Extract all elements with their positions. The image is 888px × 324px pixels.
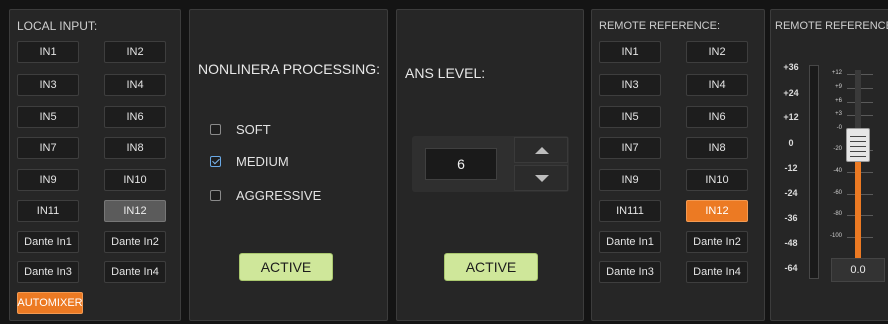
- fader-scale-label: -0: [836, 125, 842, 131]
- ans-level-value[interactable]: 6: [425, 148, 497, 180]
- fader-scale-label: +12: [831, 70, 842, 76]
- fader-scale-label: +6: [835, 98, 842, 104]
- remote-reference-meter-panel: REMOTE REFERENCE +36 +24 +12 0 -12 -24 -…: [770, 9, 888, 321]
- local-in11-button[interactable]: IN11: [17, 200, 79, 222]
- remote-reference-title: REMOTE REFERENCE:: [599, 20, 721, 32]
- aggressive-checkbox[interactable]: [210, 190, 221, 201]
- chevron-down-icon: [535, 175, 549, 182]
- local-dante-in2-button[interactable]: Dante In2: [104, 231, 166, 253]
- local-in12-button[interactable]: IN12: [104, 200, 166, 222]
- meter-title: REMOTE REFERENCE: [775, 20, 888, 32]
- ans-decrement-button[interactable]: [514, 165, 568, 191]
- local-in3-button[interactable]: IN3: [17, 74, 79, 96]
- fader-level-fill: [855, 158, 861, 266]
- local-in4-button[interactable]: IN4: [104, 74, 166, 96]
- remote-in4-button[interactable]: IN4: [686, 74, 748, 96]
- nonlinear-title: NONLINERA PROCESSING:: [198, 61, 381, 77]
- meter-scale-label: -24: [784, 188, 798, 198]
- remote-in7-button[interactable]: IN7: [599, 137, 661, 159]
- remote-in2-button[interactable]: IN2: [686, 41, 748, 63]
- ans-level-spinner: 6: [412, 136, 569, 192]
- local-input-title: LOCAL INPUT:: [17, 19, 98, 33]
- local-dante-in3-button[interactable]: Dante In3: [17, 261, 79, 283]
- fader-grip-line: [850, 146, 866, 147]
- remote-dante-in1-button[interactable]: Dante In1: [599, 231, 661, 253]
- nonlinear-processing-panel: NONLINERA PROCESSING: SOFT MEDIUM AGGRES…: [189, 9, 388, 321]
- aggressive-label: AGGRESSIVE: [236, 188, 322, 203]
- local-in5-button[interactable]: IN5: [17, 106, 79, 128]
- remote-dante-in4-button[interactable]: Dante In4: [686, 261, 748, 283]
- local-in10-button[interactable]: IN10: [104, 169, 166, 191]
- local-in6-button[interactable]: IN6: [104, 106, 166, 128]
- remote-dante-in3-button[interactable]: Dante In3: [599, 261, 661, 283]
- local-in8-button[interactable]: IN8: [104, 137, 166, 159]
- meter-scale-label: 0: [788, 138, 794, 148]
- remote-in12-button[interactable]: IN12: [686, 200, 748, 222]
- remote-dante-in2-button[interactable]: Dante In2: [686, 231, 748, 253]
- chevron-up-icon: [535, 147, 549, 154]
- remote-in10-button[interactable]: IN10: [686, 169, 748, 191]
- fader-scale-label: -100: [829, 233, 842, 239]
- ans-increment-button[interactable]: [514, 137, 568, 163]
- remote-in111-button[interactable]: IN111: [599, 200, 661, 222]
- meter-scale-label: -48: [784, 238, 798, 248]
- option-soft[interactable]: SOFT: [210, 122, 271, 137]
- ans-level-title: ANS LEVEL:: [405, 65, 486, 81]
- fader-handle[interactable]: [846, 128, 870, 162]
- local-input-panel: LOCAL INPUT: IN1 IN2 IN3 IN4 IN5 IN6 IN7…: [9, 9, 181, 321]
- remote-in1-button[interactable]: IN1: [599, 41, 661, 63]
- automixer-button[interactable]: AUTOMIXER: [17, 292, 83, 314]
- fader-scale-label: -40: [833, 168, 842, 174]
- remote-in9-button[interactable]: IN9: [599, 169, 661, 191]
- meter-scale-label: -36: [784, 213, 798, 223]
- local-in2-button[interactable]: IN2: [104, 41, 166, 63]
- local-in9-button[interactable]: IN9: [17, 169, 79, 191]
- fader-scale-label: +9: [835, 84, 842, 90]
- ans-active-button[interactable]: ACTIVE: [444, 253, 538, 281]
- fader-grip-line: [850, 151, 866, 152]
- fader-value-readout[interactable]: 0.0: [831, 258, 885, 282]
- level-meter-bar: [809, 65, 819, 279]
- meter-scale-label: +36: [783, 62, 799, 72]
- option-aggressive[interactable]: AGGRESSIVE: [210, 188, 321, 203]
- fader-scale-label: +3: [835, 111, 842, 117]
- soft-label: SOFT: [236, 122, 271, 137]
- ans-level-panel: ANS LEVEL: 6 ACTIVE: [396, 9, 584, 321]
- local-in7-button[interactable]: IN7: [17, 137, 79, 159]
- fader-grip-line: [850, 156, 866, 157]
- fader-grip-line: [850, 136, 866, 137]
- remote-in3-button[interactable]: IN3: [599, 74, 661, 96]
- meter-scale-label: +24: [783, 88, 799, 98]
- remote-in6-button[interactable]: IN6: [686, 106, 748, 128]
- remote-in5-button[interactable]: IN5: [599, 106, 661, 128]
- remote-reference-panel: REMOTE REFERENCE: IN1 IN2 IN3 IN4 IN5 IN…: [591, 9, 765, 321]
- meter-scale-label: -12: [784, 163, 798, 173]
- medium-checkbox[interactable]: [210, 156, 221, 167]
- nonlinear-active-button[interactable]: ACTIVE: [239, 253, 333, 281]
- fader-scale-label: -20: [833, 146, 842, 152]
- fader-scale-label: -80: [833, 211, 842, 217]
- fader-scale-label: -60: [833, 190, 842, 196]
- remote-in8-button[interactable]: IN8: [686, 137, 748, 159]
- meter-scale-label: +12: [783, 112, 799, 122]
- meter-scale-label: -64: [784, 263, 798, 273]
- fader-grip-line: [850, 141, 866, 142]
- local-in1-button[interactable]: IN1: [17, 41, 79, 63]
- local-dante-in4-button[interactable]: Dante In4: [104, 261, 166, 283]
- option-medium[interactable]: MEDIUM: [210, 154, 289, 169]
- soft-checkbox[interactable]: [210, 124, 221, 135]
- medium-label: MEDIUM: [236, 154, 289, 169]
- local-dante-in1-button[interactable]: Dante In1: [17, 231, 79, 253]
